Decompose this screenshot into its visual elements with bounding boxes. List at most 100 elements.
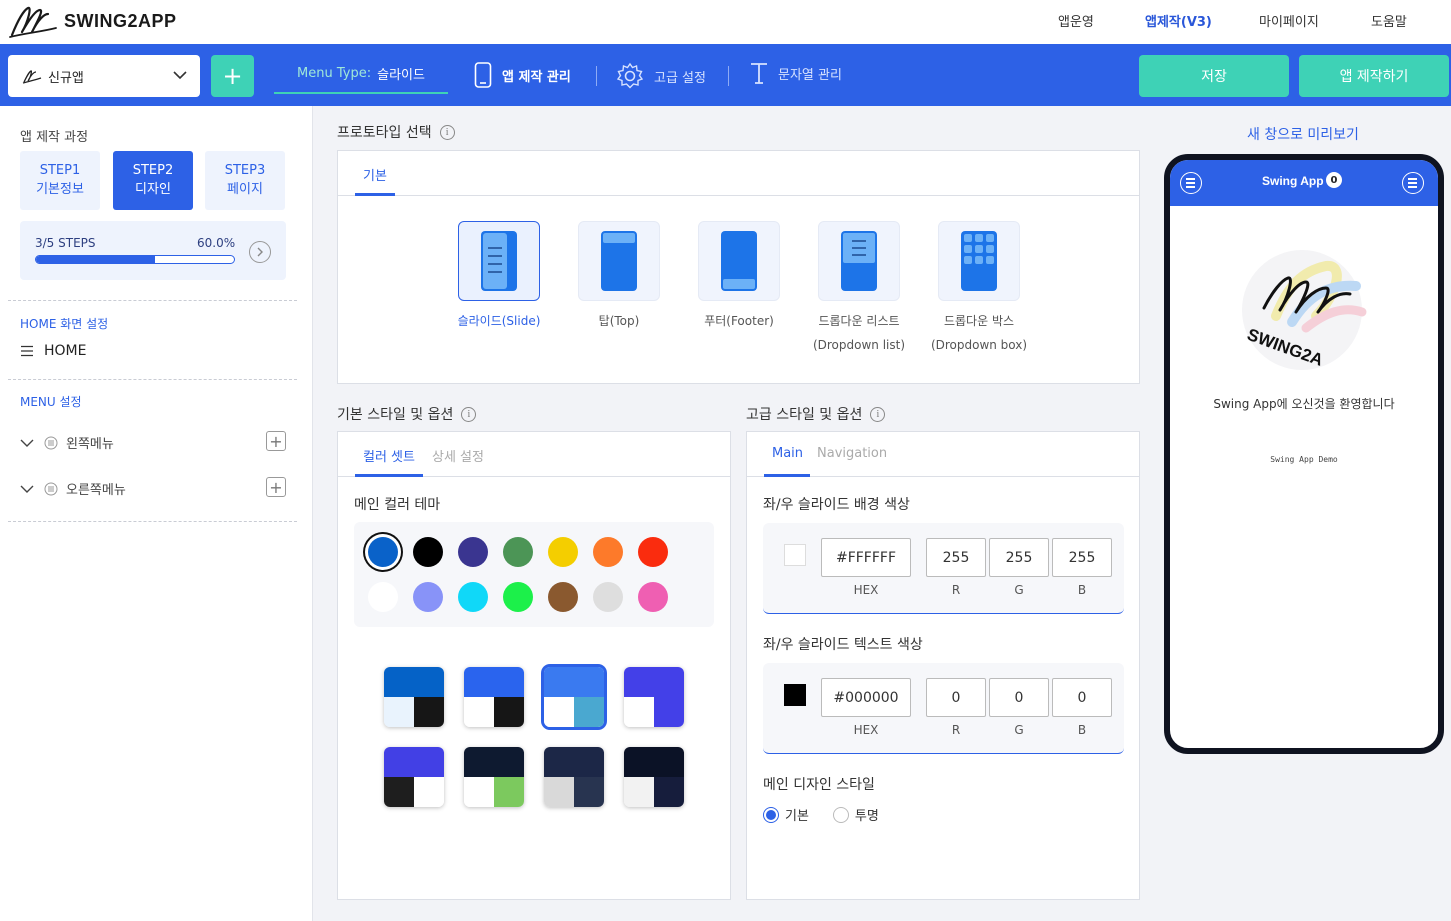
add-left-menu-button[interactable]: + — [266, 431, 286, 451]
tab-main[interactable]: Main — [772, 446, 803, 461]
bg-hex-input[interactable]: #FFFFFF — [821, 538, 911, 577]
chevron-right-icon — [257, 247, 263, 257]
info-icon[interactable]: i — [870, 406, 886, 422]
tab-color-set[interactable]: 컬러 셋트 — [363, 446, 415, 465]
menu-circle-icon — [44, 482, 58, 495]
tab-active-indicator — [764, 474, 810, 477]
color-swatch[interactable] — [458, 582, 488, 612]
radio-transparent[interactable] — [832, 806, 849, 823]
menu-settings-title: MENU 설정 — [20, 395, 82, 409]
progress-steps-label: 3/5 STEPS — [35, 236, 96, 250]
save-button[interactable]: 저장 — [1139, 55, 1289, 97]
theme-tile[interactable] — [544, 667, 604, 727]
color-swatch[interactable] — [503, 537, 533, 567]
theme-tile[interactable] — [544, 747, 604, 807]
theme-tile[interactable] — [464, 667, 524, 727]
theme-tile[interactable] — [384, 667, 444, 727]
text-r-input[interactable]: 0 — [926, 678, 986, 717]
theme-tile[interactable] — [624, 747, 684, 807]
home-item[interactable]: HOME — [20, 343, 86, 359]
gear-icon — [616, 62, 644, 89]
advanced-style-title: 고급 스타일 및 옵션 — [746, 407, 863, 423]
color-swatch[interactable] — [368, 537, 398, 567]
next-step-button[interactable] — [249, 241, 271, 263]
topnav-mypage[interactable]: 마이페이지 — [1259, 11, 1319, 30]
slide-bg-color-title: 좌/우 슬라이드 배경 색상 — [763, 497, 910, 513]
main-design-style-title: 메인 디자인 스타일 — [763, 777, 875, 793]
color-swatch[interactable] — [548, 582, 578, 612]
info-icon[interactable]: i — [439, 124, 455, 140]
color-swatch[interactable] — [368, 582, 398, 612]
build-app-button[interactable]: 앱 제작하기 — [1299, 55, 1449, 97]
tab-navigation[interactable]: Navigation — [817, 446, 887, 461]
prototype-footer-label: 푸터(Footer) — [704, 314, 774, 328]
color-swatch[interactable] — [503, 582, 533, 612]
step-1-button[interactable]: STEP1 기본정보 — [20, 151, 100, 210]
color-swatch[interactable] — [593, 537, 623, 567]
sidebar: 앱 제작 과정 STEP1 기본정보 STEP2 디자인 STEP3 페이지 3… — [0, 106, 313, 921]
color-swatch[interactable] — [593, 582, 623, 612]
step-2-button[interactable]: STEP2 디자인 — [113, 151, 193, 210]
prototype-dropdown-list[interactable]: 드롭다운 리스트 (Dropdown list) — [799, 221, 919, 357]
prototype-section-title: 프로토타입 선택 i — [337, 122, 455, 142]
demo-label: Swing App Demo — [1270, 455, 1338, 464]
bg-b-input[interactable]: 255 — [1052, 538, 1112, 577]
toolbar: 신규앱 + Menu Type: 슬라이드 앱 제작 관리 고급 설정 문자열 … — [0, 44, 1451, 106]
open-preview-window-link[interactable]: 새 창으로 미리보기 — [1247, 124, 1359, 144]
color-swatch[interactable] — [413, 537, 443, 567]
prototype-slide[interactable]: 슬라이드(Slide) — [439, 221, 559, 333]
prototype-dropdown-box[interactable]: 드롭다운 박스 (Dropdown box) — [919, 221, 1039, 357]
string-manage-button[interactable]: 문자열 관리 — [750, 62, 842, 84]
footer-layout-icon — [721, 231, 757, 291]
color-swatch[interactable] — [413, 582, 443, 612]
topnav-app-build[interactable]: 앱제작(V3) — [1145, 11, 1212, 30]
chevron-down-icon — [20, 485, 34, 493]
g-label: G — [1014, 723, 1024, 737]
theme-tile[interactable] — [464, 747, 524, 807]
bg-color-preview[interactable] — [784, 544, 806, 566]
radio-basic-label: 기본 — [785, 809, 809, 824]
color-swatch[interactable] — [458, 537, 488, 567]
color-swatch[interactable] — [638, 537, 668, 567]
basic-style-title: 기본 스타일 및 옵션 — [337, 407, 454, 423]
app-select-dropdown[interactable]: 신규앱 — [8, 55, 200, 97]
add-app-button[interactable]: + — [211, 55, 254, 97]
theme-tile[interactable] — [384, 747, 444, 807]
tab-detail-settings[interactable]: 상세 설정 — [432, 446, 484, 465]
topnav-app-operation[interactable]: 앱운영 — [1058, 11, 1094, 30]
text-hex-input[interactable]: #000000 — [821, 678, 911, 717]
radio-basic[interactable] — [763, 806, 779, 823]
advanced-settings-button[interactable]: 고급 설정 — [616, 62, 706, 90]
brand-logo[interactable]: SWING2APP — [8, 2, 177, 40]
text-t-icon — [751, 63, 767, 84]
menu-type-indicator[interactable]: Menu Type: 슬라이드 — [274, 55, 448, 94]
hamburger-icon — [21, 345, 33, 357]
text-b-input[interactable]: 0 — [1052, 678, 1112, 717]
bg-g-input[interactable]: 255 — [989, 538, 1049, 577]
bg-r-input[interactable]: 255 — [926, 538, 986, 577]
right-menu-icon[interactable] — [1402, 172, 1424, 194]
right-menu-item[interactable]: 오른쪽메뉴 + — [20, 477, 286, 498]
color-swatch[interactable] — [638, 582, 668, 612]
text-g-input[interactable]: 0 — [989, 678, 1049, 717]
tab-basic[interactable]: 기본 — [363, 165, 387, 184]
info-icon[interactable]: i — [461, 406, 477, 422]
theme-tile[interactable] — [624, 667, 684, 727]
left-menu-item[interactable]: 왼쪽메뉴 + — [20, 431, 286, 452]
color-swatch[interactable] — [548, 537, 578, 567]
string-manage-label: 문자열 관리 — [778, 67, 842, 83]
radio-transparent-label: 투명 — [854, 809, 879, 824]
left-menu-icon[interactable] — [1180, 172, 1202, 194]
advanced-style-tabs: Main Navigation — [747, 432, 1139, 477]
app-manage-button[interactable]: 앱 제작 관리 — [474, 62, 571, 88]
step-3-button[interactable]: STEP3 페이지 — [205, 151, 285, 210]
prototype-footer[interactable]: 푸터(Footer) — [679, 221, 799, 333]
add-right-menu-button[interactable]: + — [266, 477, 286, 497]
design-style-radios: 기본 투명 — [763, 805, 879, 824]
prototype-dropdown-box-label: 드롭다운 박스 — [943, 314, 1015, 328]
prototype-top[interactable]: 탑(Top) — [559, 221, 679, 333]
topnav-help[interactable]: 도움말 — [1371, 11, 1407, 30]
text-color-preview[interactable] — [784, 684, 806, 706]
build-process-title: 앱 제작 과정 — [20, 130, 89, 145]
slide-text-color-box: #000000 0 0 0 HEX R G B — [763, 663, 1124, 754]
